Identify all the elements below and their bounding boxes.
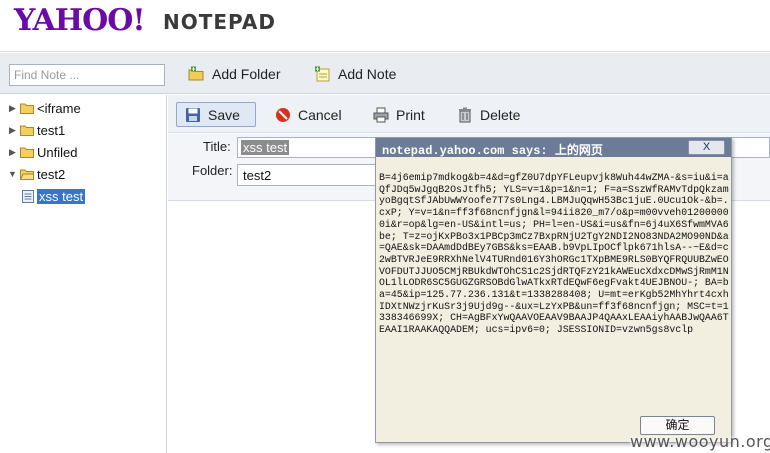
folder-item-test2[interactable]: ▼ test2 — [8, 165, 65, 183]
delete-button[interactable]: Delete — [449, 102, 528, 127]
dialog-close-button[interactable]: X — [688, 140, 725, 155]
expand-arrow-icon[interactable]: ▶ — [8, 103, 17, 114]
app-name: NOTEPAD — [163, 10, 276, 34]
title-value: xss test — [241, 140, 290, 155]
cancel-button[interactable]: Cancel — [267, 102, 350, 127]
folder-icon — [20, 125, 34, 136]
folder-tree: ▶ <iframe ▶ test1 ▶ Unfiled ▼ test2 xss … — [0, 95, 167, 453]
note-item-xss-test[interactable]: xss test — [22, 187, 86, 205]
dialog-message: B=4j6emip7mdkog&b=4&d=gfZ0U7dpYFLeupvjk8… — [379, 172, 729, 336]
print-button[interactable]: Print — [365, 102, 433, 127]
folder-label: Folder: — [192, 163, 233, 178]
folder-icon — [20, 103, 34, 114]
cancel-icon — [276, 107, 290, 122]
note-action-bar: Save Cancel Print Delete — [168, 95, 770, 133]
folder-icon — [20, 147, 34, 158]
print-label: Print — [396, 106, 425, 123]
note-label: xss test — [37, 188, 86, 204]
add-note-icon — [315, 66, 330, 82]
collapse-arrow-icon[interactable]: ▼ — [8, 169, 17, 179]
dialog-title: notepad.yahoo.com says: 上的网页 — [382, 144, 603, 158]
folder-select[interactable]: test2 — [237, 164, 387, 186]
app-header: YAHOO! NOTEPAD — [0, 0, 770, 52]
add-folder-icon — [188, 66, 204, 81]
add-note-button[interactable]: Add Note — [314, 63, 396, 85]
trash-icon — [459, 107, 471, 122]
delete-label: Delete — [480, 106, 521, 123]
save-button[interactable]: Save — [176, 102, 256, 127]
find-note-input[interactable] — [9, 64, 165, 86]
folder-label: Unfiled — [37, 144, 78, 160]
folder-label: test1 — [37, 122, 66, 138]
folder-label: <iframe — [37, 100, 81, 116]
folder-item-iframe[interactable]: ▶ <iframe — [8, 99, 81, 117]
floppy-disk-icon — [186, 107, 200, 122]
watermark: www.wooyun.org — [630, 432, 770, 451]
expand-arrow-icon[interactable]: ▶ — [8, 125, 17, 136]
open-folder-icon — [20, 169, 34, 180]
expand-arrow-icon[interactable]: ▶ — [8, 147, 17, 158]
alert-dialog: notepad.yahoo.com says: 上的网页 X B=4j6emip… — [375, 137, 732, 443]
add-folder-button[interactable]: Add Folder — [188, 63, 280, 85]
folder-item-unfiled[interactable]: ▶ Unfiled — [8, 143, 77, 161]
title-label: Title: — [203, 139, 231, 154]
add-note-label: Add Note — [338, 66, 397, 82]
yahoo-logo[interactable]: YAHOO! — [14, 3, 146, 38]
add-folder-label: Add Folder — [212, 66, 281, 82]
cancel-label: Cancel — [298, 106, 342, 123]
folder-item-test1[interactable]: ▶ test1 — [8, 121, 65, 139]
folder-label: test2 — [37, 166, 66, 182]
note-icon — [22, 189, 34, 203]
save-label: Save — [208, 106, 240, 123]
printer-icon — [373, 107, 389, 122]
top-toolbar: Add Folder Add Note — [0, 53, 770, 94]
